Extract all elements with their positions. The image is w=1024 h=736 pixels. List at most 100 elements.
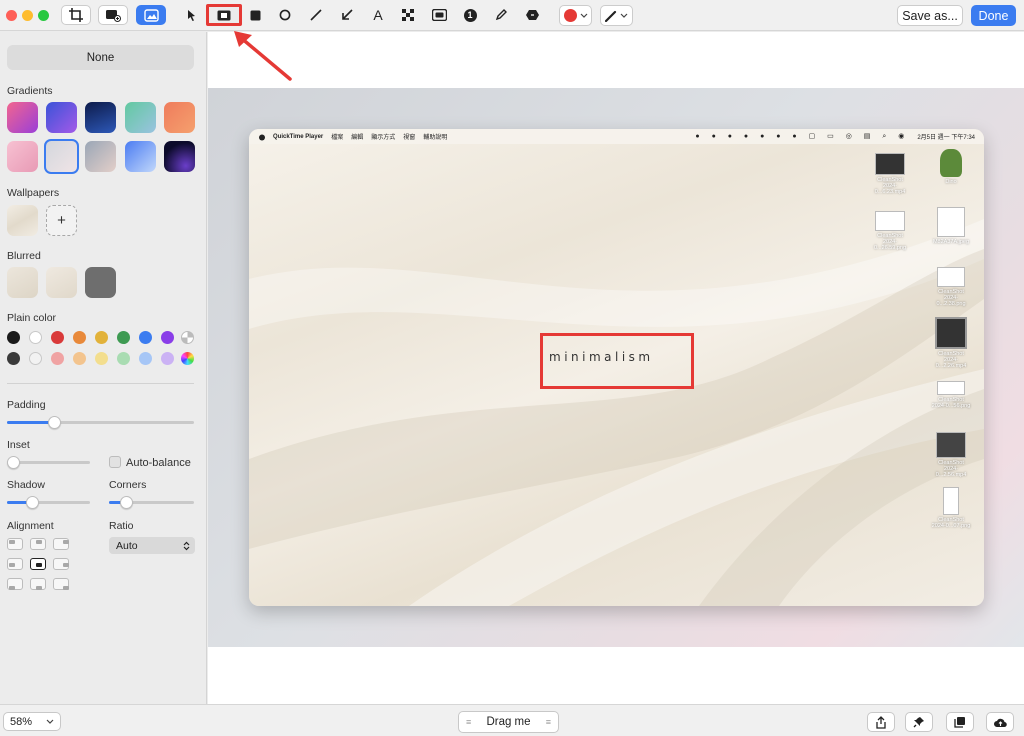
gradient-swatch[interactable]	[7, 102, 38, 133]
color-picker[interactable]	[559, 5, 592, 26]
background-none-button[interactable]: None	[7, 45, 194, 70]
text-tool[interactable]: A	[367, 5, 389, 25]
plain-color-swatch[interactable]	[29, 331, 42, 344]
alignment-top[interactable]	[30, 538, 46, 550]
gradient-swatch[interactable]	[85, 102, 116, 133]
grip-icon: ≡	[545, 717, 551, 727]
screenshot-preview[interactable]: QuickTime Player 檔案 編輯 顯示方式 視窗 輔助說明 ● ● …	[249, 129, 984, 606]
inset-slider[interactable]	[7, 456, 90, 469]
alignment-center[interactable]	[30, 558, 46, 570]
plain-color-swatch[interactable]	[139, 352, 152, 365]
color-wheel-icon[interactable]	[181, 352, 194, 365]
desktop-file[interactable]: CleanShot 2024-0...56.png	[931, 381, 971, 409]
desktop-file[interactable]: CleanShot 2024-0...2.56.mp4	[931, 432, 971, 478]
spotlight-tool[interactable]	[428, 5, 450, 25]
drag-me-handle[interactable]: ≡ Drag me ≡	[458, 711, 559, 733]
plain-color-swatch[interactable]	[161, 352, 174, 365]
gradient-swatch[interactable]	[125, 141, 156, 172]
plain-color-swatch[interactable]	[117, 352, 130, 365]
rectangle-highlight-tool[interactable]	[206, 4, 242, 26]
gradient-swatch[interactable]	[125, 102, 156, 133]
plain-color-swatch[interactable]	[51, 331, 64, 344]
alignment-top-right[interactable]	[53, 538, 69, 550]
alignment-top-left[interactable]	[7, 538, 23, 550]
desktop-file[interactable]: CleanShot 2024-0...07.png	[931, 487, 971, 529]
close-window-button[interactable]	[6, 10, 17, 21]
gradient-swatch[interactable]	[7, 141, 38, 172]
highlight-box-annotation[interactable]	[540, 333, 694, 389]
gradient-swatch[interactable]	[46, 102, 77, 133]
copy-button[interactable]	[946, 712, 974, 732]
spotlight-icon	[431, 9, 447, 21]
plain-color-swatch[interactable]	[117, 331, 130, 344]
upload-cloud-button[interactable]	[986, 712, 1014, 732]
shadow-slider[interactable]	[7, 496, 90, 509]
desktop-file[interactable]: CleanShot 2024-0...2.26.mp4	[931, 317, 971, 369]
blurred-swatch[interactable]	[85, 267, 116, 298]
blurred-swatch[interactable]	[46, 267, 77, 298]
gradient-swatch[interactable]	[164, 102, 195, 133]
plain-color-swatch[interactable]	[73, 352, 86, 365]
alignment-right[interactable]	[53, 558, 69, 570]
save-as-button[interactable]: Save as...	[897, 5, 963, 26]
auto-balance-checkbox[interactable]	[109, 456, 121, 468]
pixelate-icon	[402, 9, 414, 21]
menubar-item: 編輯	[351, 135, 364, 141]
zoom-value: 58%	[10, 715, 33, 728]
desktop-file[interactable]: M82A37A.jpeg	[931, 207, 971, 245]
desktop-file[interactable]: Dino	[931, 149, 971, 185]
plain-color-swatch[interactable]	[73, 331, 86, 344]
counter-tool[interactable]: 1	[459, 5, 481, 25]
blur-tool[interactable]	[521, 5, 543, 25]
zoom-window-button[interactable]	[38, 10, 49, 21]
zoom-select[interactable]: 58%	[3, 712, 61, 731]
stroke-width-picker[interactable]	[600, 5, 633, 26]
wallpaper-swatch[interactable]	[7, 205, 38, 236]
select-tool[interactable]	[181, 5, 203, 25]
alignment-bottom-right[interactable]	[53, 578, 69, 590]
alignment-bottom-left[interactable]	[7, 578, 23, 590]
background-button[interactable]	[136, 5, 166, 25]
slider-knob[interactable]	[25, 496, 39, 509]
minimize-window-button[interactable]	[22, 10, 33, 21]
alignment-bottom[interactable]	[30, 578, 46, 590]
gradient-swatch-selected[interactable]	[44, 139, 79, 174]
blurred-swatch[interactable]	[7, 267, 38, 298]
slider-knob[interactable]	[47, 416, 61, 429]
desktop-file[interactable]: CleanShot 2024-0...26.59.png	[870, 211, 910, 251]
padding-slider[interactable]	[7, 416, 194, 429]
slider-knob[interactable]	[120, 496, 133, 509]
pin-button[interactable]	[905, 712, 933, 732]
crop-button[interactable]	[61, 5, 91, 25]
slider-knob[interactable]	[7, 456, 20, 469]
plain-color-swatch[interactable]	[139, 331, 152, 344]
ratio-select[interactable]: Auto	[109, 537, 195, 554]
ratio-value: Auto	[116, 539, 138, 552]
arrow-tool[interactable]	[336, 5, 358, 25]
pixelate-tool[interactable]	[397, 5, 419, 25]
plain-color-swatch[interactable]	[95, 331, 108, 344]
rectangle-tool[interactable]	[244, 5, 266, 25]
transparent-color-icon[interactable]	[181, 331, 194, 344]
plain-color-swatch[interactable]	[7, 331, 20, 344]
plain-color-swatch[interactable]	[95, 352, 108, 365]
menubar-item: 顯示方式	[371, 135, 396, 141]
pencil-tool[interactable]	[490, 5, 512, 25]
add-wallpaper-button[interactable]: +	[46, 205, 77, 236]
gradient-swatch[interactable]	[164, 141, 195, 172]
corners-slider[interactable]	[109, 496, 194, 509]
alignment-left[interactable]	[7, 558, 23, 570]
plain-color-swatch[interactable]	[29, 352, 42, 365]
share-button[interactable]	[867, 712, 895, 732]
desktop-file[interactable]: CleanShot 2024-0...2.38.png	[931, 267, 971, 307]
line-tool[interactable]	[305, 5, 327, 25]
ellipse-tool[interactable]	[274, 5, 296, 25]
plain-color-swatch[interactable]	[51, 352, 64, 365]
done-button[interactable]: Done	[971, 5, 1016, 26]
plain-color-swatch[interactable]	[7, 352, 20, 365]
gradient-swatch[interactable]	[85, 141, 116, 172]
add-image-button[interactable]	[98, 5, 128, 25]
plain-color-swatch[interactable]	[161, 331, 174, 344]
plain-color-heading: Plain color	[7, 312, 57, 324]
desktop-file[interactable]: CleanShot 2024-0...6.23.mp4	[870, 153, 910, 195]
